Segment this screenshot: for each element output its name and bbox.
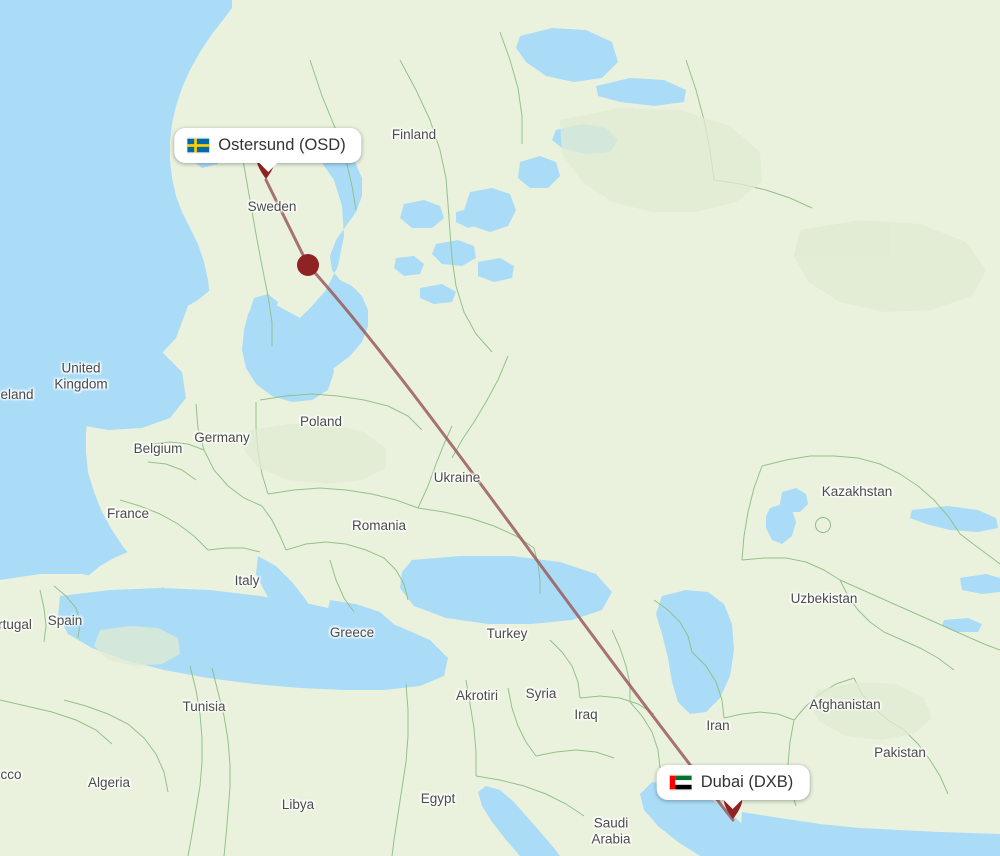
uae-flag [669,775,692,790]
origin-tooltip[interactable]: Ostersund (OSD) [174,128,362,172]
stopover-marker[interactable] [297,254,319,276]
tooltip-arrow [256,161,279,172]
airport-label: Dubai (DXB) [700,773,794,791]
destination-tooltip[interactable]: Dubai (DXB) [656,765,810,809]
airport-label: Ostersund (OSD) [218,136,346,154]
tooltip-arrow [722,798,744,809]
sweden-flag [187,138,210,153]
lake-outline-circle [815,517,831,533]
flight-route-map[interactable]: Finland Sweden United Kingdom eland Poland Ger… [0,0,1000,856]
map-base-layer [0,0,1000,856]
